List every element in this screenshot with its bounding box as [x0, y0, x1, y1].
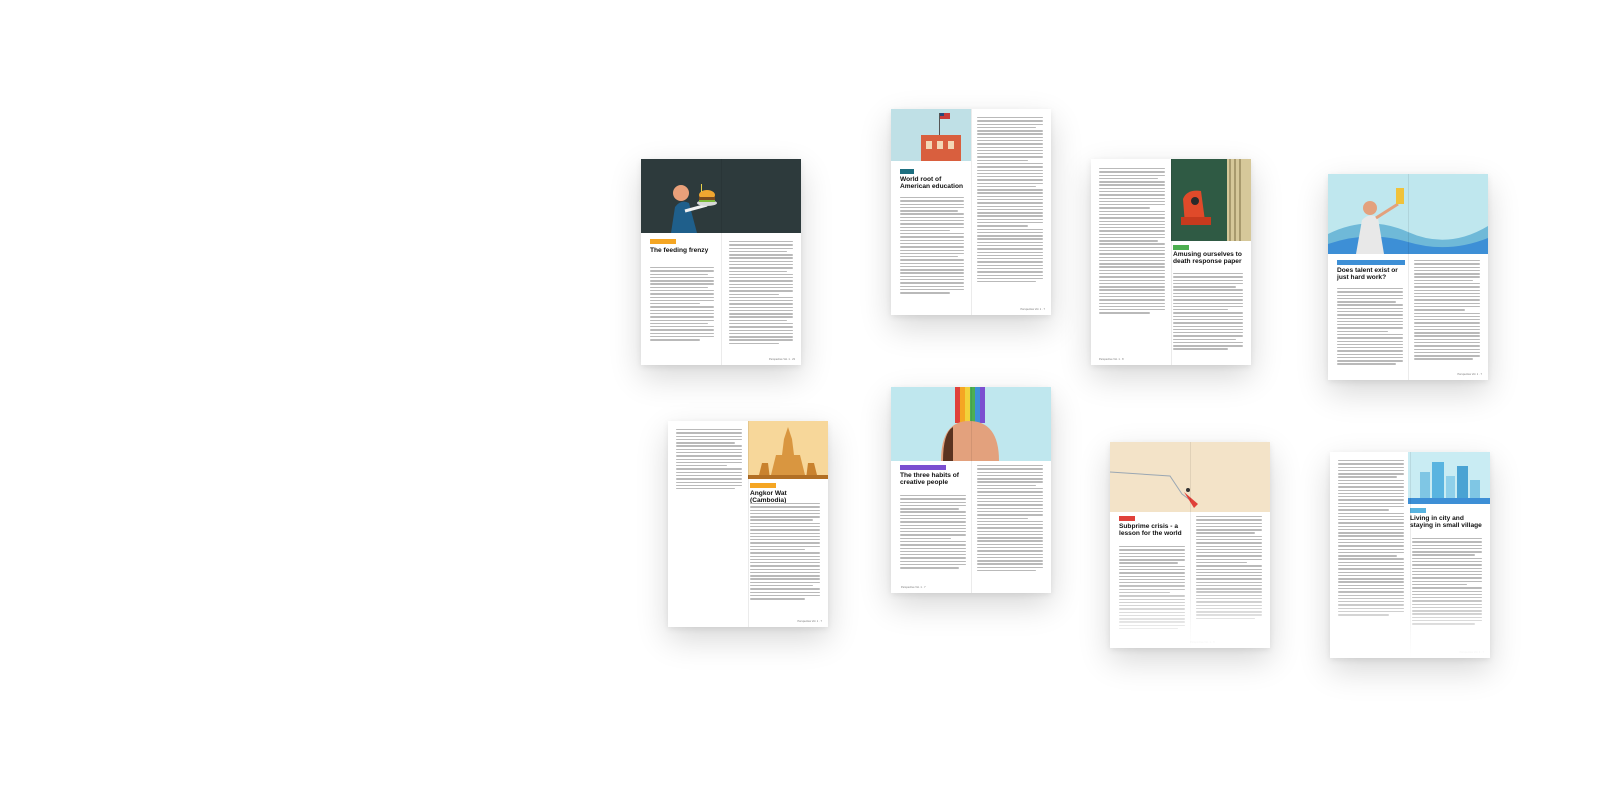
page-footer: Perspective Vol. 1 · 7 [797, 620, 822, 623]
spread-talent[interactable]: Does talent exist or just hard work? Per… [1328, 174, 1488, 380]
spread-feeding-frenzy[interactable]: The feeding frenzy Perspective Vol. 1 · … [641, 159, 801, 365]
text-column [729, 241, 793, 346]
spread-amusing-ourselves[interactable]: Amusing ourselves to death response pape… [1091, 159, 1251, 365]
gutter [971, 109, 972, 315]
page-footer: Perspective Vol. 1 · 23 [769, 358, 795, 361]
text-column [1414, 260, 1480, 362]
category-tag [750, 483, 776, 488]
article-title: Subprime crisis - a lesson for the world [1119, 523, 1182, 538]
gutter [971, 387, 972, 593]
text-column [1173, 273, 1243, 352]
page-footer: Perspective Vol. 1 · 7 [1020, 308, 1045, 311]
gutter [1171, 159, 1172, 365]
armchair-illustration [1171, 159, 1251, 241]
article-title: Amusing ourselves to death response pape… [1173, 251, 1242, 266]
text-column [650, 267, 714, 342]
text-column [900, 197, 964, 295]
article-title: Living in city and staying in small vill… [1410, 515, 1482, 530]
category-tag [900, 169, 914, 174]
category-tag [1119, 516, 1135, 521]
page-footer: Perspective Vol. 1 · 7 [1457, 373, 1482, 376]
bottom-fade [1110, 578, 1270, 648]
page-footer: Perspective Vol. 1 · 8 [1099, 358, 1124, 361]
feeding-frenzy-page-right-top [721, 159, 801, 233]
category-tag [650, 239, 676, 244]
gutter [1408, 174, 1409, 380]
category-tag [900, 465, 946, 470]
article-title: World root of American education [900, 176, 964, 191]
text-column [676, 429, 742, 491]
gutter [721, 159, 722, 365]
spread-creative-habits[interactable]: The three habits of creative people Pers… [891, 387, 1051, 593]
text-column [750, 503, 820, 601]
article-title: Does talent exist or just hard work? [1337, 267, 1398, 282]
category-tag [1337, 260, 1405, 265]
temple-illustration [748, 421, 828, 479]
text-column [900, 495, 966, 570]
article-title: The feeding frenzy [650, 247, 709, 254]
text-column [977, 465, 1043, 573]
category-tag [1173, 245, 1189, 250]
spread-american-education[interactable]: World root of American education Perspec… [891, 109, 1051, 315]
text-column [977, 117, 1043, 284]
page-footer: Perspective Vol. 1 · 7 [901, 586, 926, 589]
category-tag [1410, 508, 1426, 513]
article-title: The three habits of creative people [900, 472, 959, 487]
gutter [748, 421, 749, 627]
city-skyline-illustration [1408, 452, 1490, 504]
spread-subprime-crisis[interactable]: Subprime crisis - a lesson for the world… [1110, 442, 1270, 648]
text-column [1337, 288, 1403, 367]
waiter-burger-illustration [641, 159, 721, 233]
school-flag-illustration [891, 109, 971, 161]
spread-city-village[interactable]: Living in city and staying in small vill… [1330, 452, 1490, 658]
bottom-fade [1330, 588, 1490, 658]
text-column [1099, 168, 1165, 316]
spread-angkor-wat[interactable]: Angkor Wat (Cambodia) Perspective Vol. 1… [668, 421, 828, 627]
